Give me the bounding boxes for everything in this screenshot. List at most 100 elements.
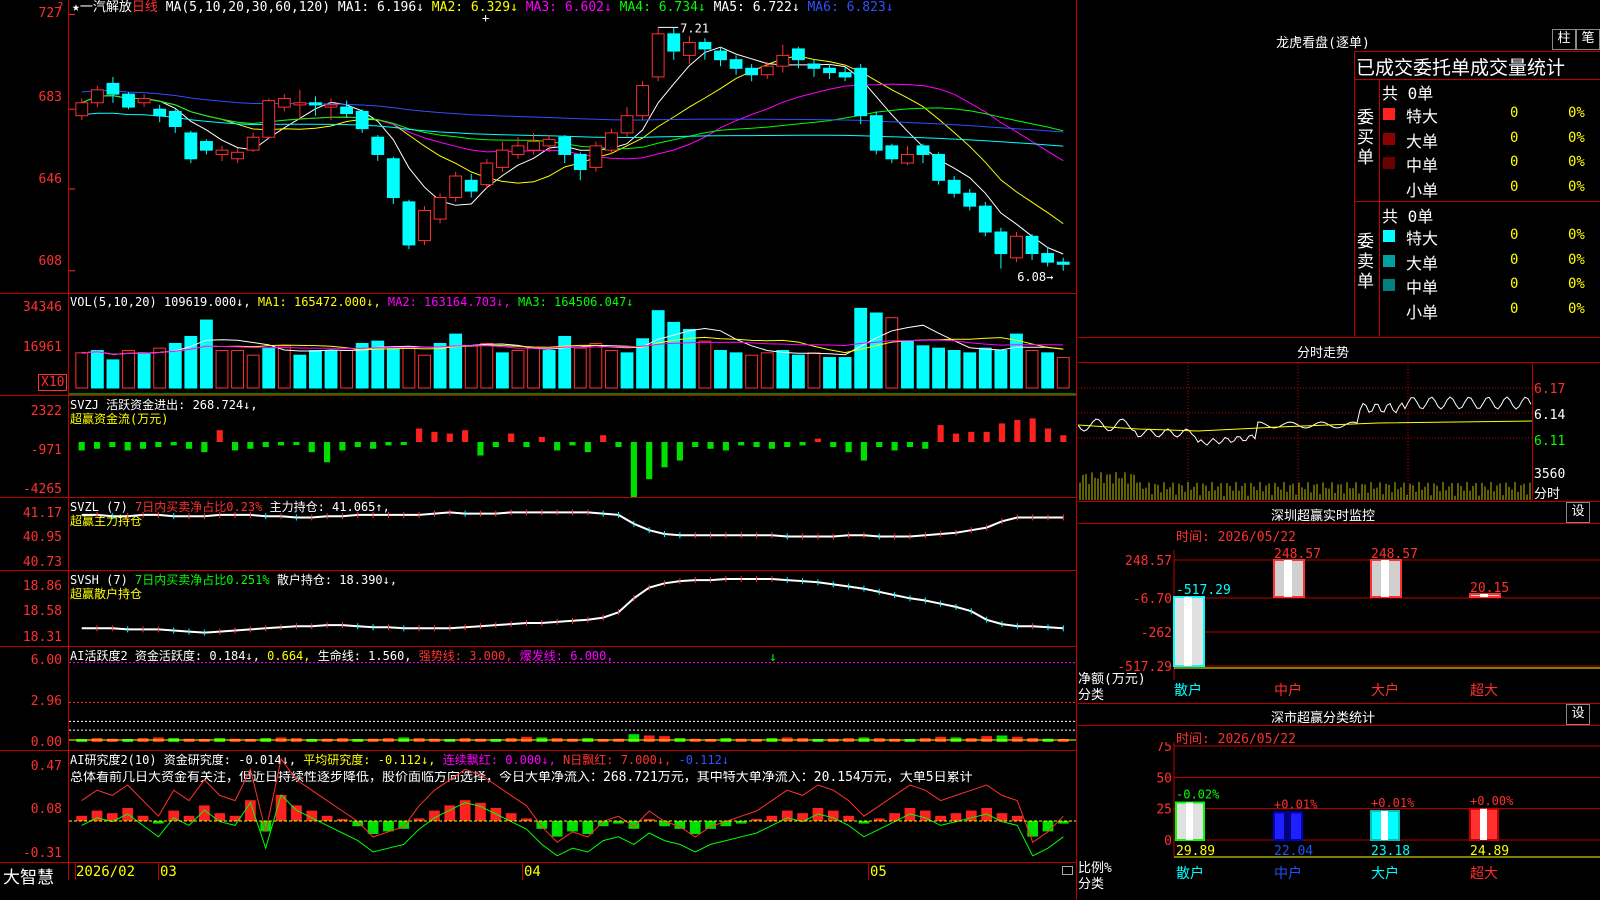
svzl-tick-0: 41.17 <box>22 506 62 521</box>
sell-row-label-2: 中单 <box>1406 278 1439 297</box>
fund-flow-bar <box>845 442 852 453</box>
activity-bar <box>935 736 946 742</box>
main-chart-area[interactable]: ★一汽解放日线 MA(5,10,20,30,60,120) MA1: 6.196… <box>0 0 1077 900</box>
volume-bar <box>464 345 478 389</box>
volume-bar <box>573 347 587 389</box>
fund-flow-bar <box>324 442 331 463</box>
svzj-tick-2: -4265 <box>22 482 62 497</box>
price-tick-1: 683 <box>38 90 62 105</box>
candle-body <box>324 104 338 108</box>
buy-row-count-0: 0 <box>1510 105 1519 121</box>
fund-flow-bar <box>891 442 898 451</box>
research-bar <box>582 821 594 834</box>
fund-flow-bar <box>722 442 729 451</box>
order-label-border <box>1379 79 1380 336</box>
volume-bar <box>901 340 914 389</box>
candle-body <box>277 97 291 108</box>
fund-flow-bar <box>416 428 423 442</box>
candle-body <box>527 141 540 151</box>
ss-category-1: 中户 <box>1274 865 1302 882</box>
lock-icon[interactable] <box>1062 866 1073 875</box>
ss-stats-chart[interactable]: 75 50 25 0 -0.02% 29.89 +0.01% 22.04 +0.01% 23.18… <box>1078 742 1600 900</box>
stroke-mode-button[interactable]: 笔 <box>1576 29 1600 50</box>
intraday-chart[interactable] <box>1078 363 1532 500</box>
svsh-chart[interactable] <box>69 571 1076 646</box>
price-chart[interactable]: 7.21 6.08→ + <box>69 0 1076 293</box>
candle-body <box>199 141 213 151</box>
volume-bar <box>402 347 416 389</box>
candle-body <box>418 209 431 242</box>
buy-orders-title: 委买单 <box>1357 108 1374 168</box>
research-bar <box>567 821 578 832</box>
ai1-chart[interactable]: ↓ <box>69 647 1076 750</box>
activity-bar <box>628 734 640 742</box>
volume-bar <box>589 342 603 389</box>
sz-category-2: 大户 <box>1371 682 1399 699</box>
research-bar <box>1011 815 1023 821</box>
candle-body <box>122 93 135 108</box>
volume-bar <box>106 359 120 389</box>
svzl-line <box>81 511 1064 538</box>
sell-row-swatch-1 <box>1383 254 1395 267</box>
candle-body <box>1041 253 1055 263</box>
activity-bar <box>659 736 670 742</box>
research-bar <box>383 821 394 832</box>
buy-row-swatch-1 <box>1383 132 1395 145</box>
sell-row-swatch-3 <box>1383 303 1395 316</box>
date-tick-may: 05 <box>870 864 887 880</box>
research-bar <box>183 815 195 821</box>
sz-bar-label-0: -517.29 <box>1176 583 1231 598</box>
fund-flow-bar <box>968 431 975 442</box>
volume-bar <box>542 350 556 389</box>
volume-bar <box>1041 352 1055 389</box>
candle-body <box>776 54 790 67</box>
sz-monitor-chart[interactable]: 248.57 -6.70 -262 -517.29 -517.29 248.57 248.5… <box>1078 540 1600 702</box>
buy-row-count-2: 0 <box>1510 154 1519 170</box>
fund-flow-bar <box>523 442 530 448</box>
order-mid-line <box>1354 201 1600 202</box>
research-bar <box>76 815 88 821</box>
research-bar <box>137 815 149 821</box>
brand-logo[interactable]: 大智慧 <box>3 863 54 888</box>
volume-bar <box>511 350 525 389</box>
candle-body <box>916 145 930 155</box>
fund-flow-bar <box>262 442 269 448</box>
ss-category-3: 超大 <box>1470 866 1498 882</box>
research-bar <box>766 815 778 821</box>
candle-body <box>791 48 805 61</box>
sz-axis-tick: -262 <box>1141 626 1172 641</box>
research-bar <box>1042 821 1054 832</box>
price-tick-2: 646 <box>38 172 62 187</box>
candle-body <box>137 97 151 104</box>
candle-body <box>714 50 727 61</box>
candle-body <box>309 102 322 106</box>
ss-header-line <box>1078 725 1600 726</box>
date-tick-mar: 03 <box>160 864 177 880</box>
volume-bar <box>823 357 836 389</box>
svzj-chart[interactable] <box>69 396 1076 497</box>
ai2-chart[interactable] <box>69 751 1076 862</box>
ss-settings-button[interactable]: 设 <box>1566 704 1590 725</box>
buy-row-label-0: 特大 <box>1406 107 1439 126</box>
svzl-chart[interactable] <box>69 498 1076 570</box>
sz-bar-label-2: 248.57 <box>1371 547 1418 562</box>
candle-body <box>947 179 961 194</box>
svzj-tick-1: -971 <box>30 443 62 458</box>
column-mode-button[interactable]: 柱 <box>1552 29 1576 50</box>
fund-flow-bar <box>462 430 469 442</box>
candle-body <box>246 136 260 151</box>
volume-chart[interactable] <box>69 294 1076 395</box>
candle-body <box>978 205 992 233</box>
research-bar <box>367 821 379 834</box>
volume-bar <box>418 354 431 389</box>
sz-settings-button[interactable]: 设 <box>1566 502 1590 523</box>
sz-axis-tick: -6.70 <box>1133 592 1172 607</box>
fund-flow-bar <box>446 433 453 442</box>
candle-body <box>262 100 276 138</box>
buy-row-label-1: 大单 <box>1406 131 1439 151</box>
fund-flow-bar <box>738 442 745 446</box>
fund-flow-bar <box>93 442 101 449</box>
svsh-tick-1: 18.58 <box>22 604 62 619</box>
svsh-tick-0: 18.86 <box>22 579 62 594</box>
candle-body <box>371 136 385 155</box>
